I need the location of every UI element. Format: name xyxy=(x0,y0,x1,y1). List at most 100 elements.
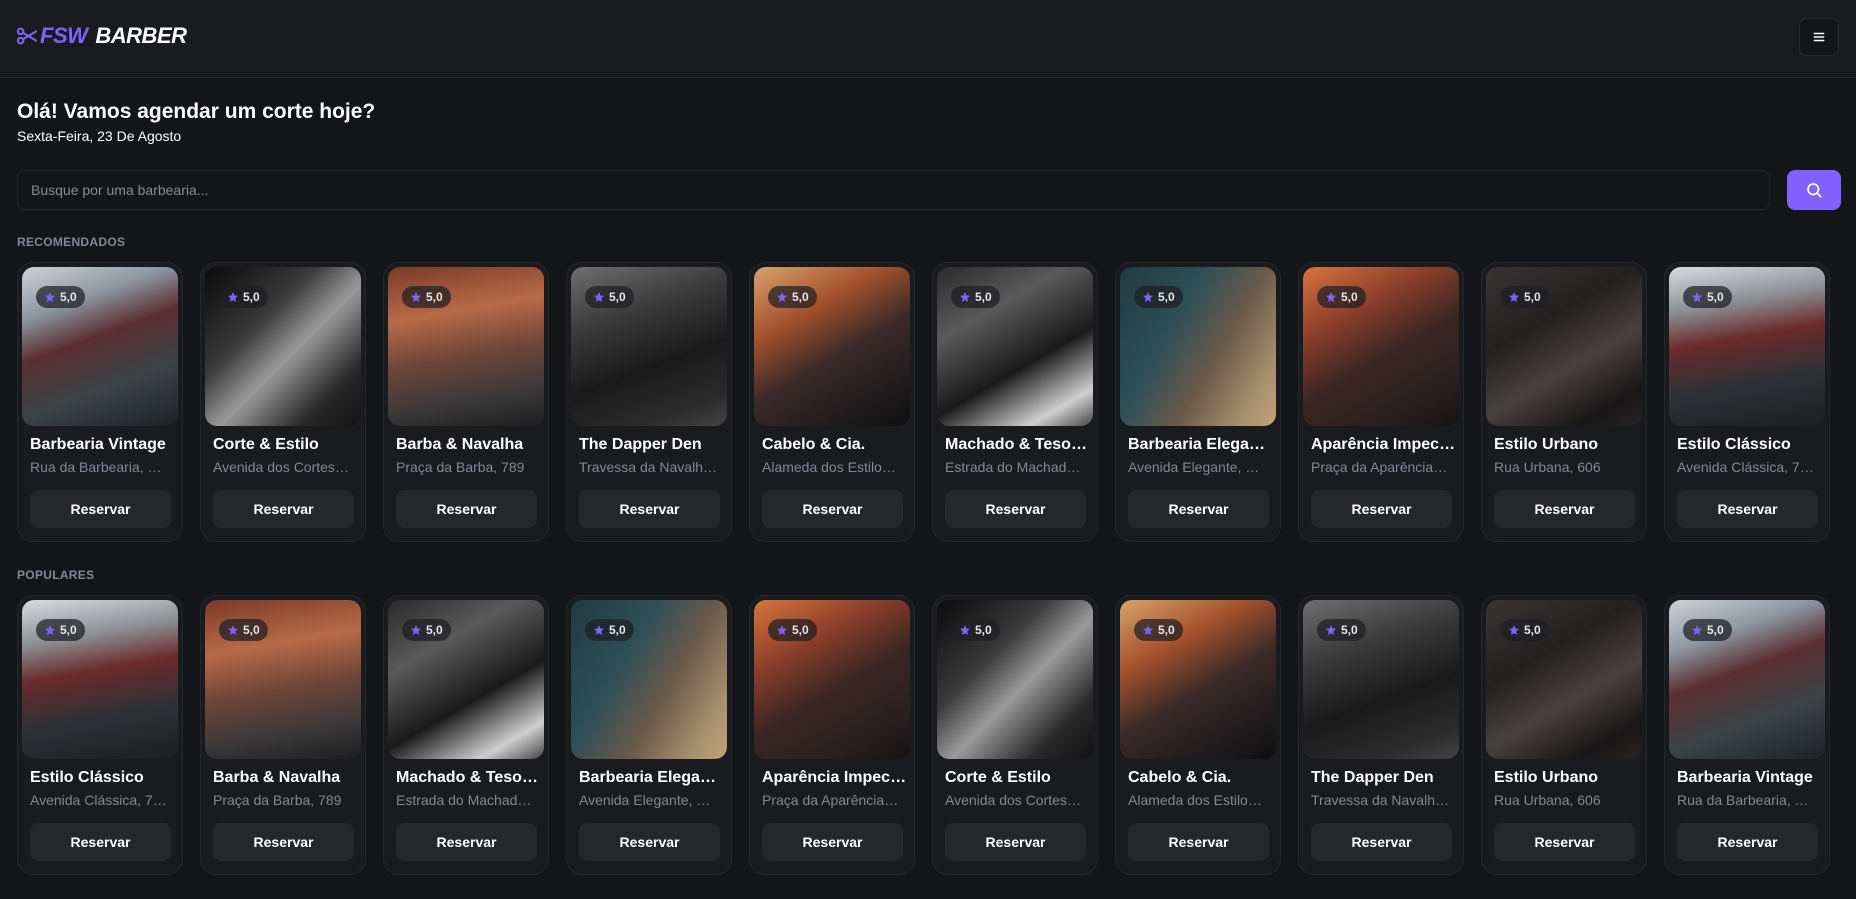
star-icon xyxy=(1143,292,1153,302)
reserve-button[interactable]: Reservar xyxy=(1311,490,1452,528)
rating-value: 5,0 xyxy=(975,623,992,637)
rating-badge: 5,0 xyxy=(951,619,1000,641)
barbershop-card[interactable]: 5,0 Estilo Clássico Avenida Clássica, 707 R… xyxy=(1664,262,1830,542)
barbershop-card[interactable]: 5,0 Corte & Estilo Avenida dos Cortes, 456… xyxy=(200,262,366,542)
reserve-button[interactable]: Reservar xyxy=(762,490,903,528)
star-icon xyxy=(1509,292,1519,302)
reserve-button[interactable]: Reservar xyxy=(1494,823,1635,861)
barbershop-address: Avenida dos Cortes, 456 xyxy=(945,792,1083,808)
barbershop-address: Rua da Barbearia, 123 xyxy=(30,459,168,475)
reserve-button[interactable]: Reservar xyxy=(579,490,720,528)
barbershop-card[interactable]: 5,0 Machado & Tesoura Estrada do Machado, … xyxy=(932,262,1098,542)
star-icon xyxy=(777,625,787,635)
barbershop-name: Barbearia Elegance xyxy=(1128,436,1274,453)
barbershop-address: Alameda dos Estilos, 202 xyxy=(762,459,900,475)
star-icon xyxy=(1326,292,1336,302)
reserve-button[interactable]: Reservar xyxy=(1128,490,1269,528)
reserve-button[interactable]: Reservar xyxy=(1311,823,1452,861)
reserve-button[interactable]: Reservar xyxy=(30,823,171,861)
reserve-button[interactable]: Reservar xyxy=(30,490,171,528)
reserve-button[interactable]: Reservar xyxy=(1494,490,1635,528)
barbershop-address: Travessa da Navalha, 101 xyxy=(579,459,717,475)
barbershop-name: Cabelo & Cia. xyxy=(1128,769,1232,786)
barbershop-address: Praça da Aparência, 505 xyxy=(762,792,900,808)
rating-value: 5,0 xyxy=(609,623,626,637)
logo[interactable]: FSW BARBER xyxy=(16,23,187,48)
rating-badge: 5,0 xyxy=(219,619,268,641)
barbershop-image: 5,0 xyxy=(388,267,544,426)
barbershop-card[interactable]: 5,0 The Dapper Den Travessa da Navalha, 10… xyxy=(566,262,732,542)
star-icon xyxy=(228,292,238,302)
barbershop-name: Barba & Navalha xyxy=(396,436,524,453)
barbershop-card[interactable]: 5,0 The Dapper Den Travessa da Navalha, 10… xyxy=(1298,595,1464,875)
barbershop-address: Estrada do Machado, 303 xyxy=(945,459,1083,475)
reserve-button[interactable]: Reservar xyxy=(396,490,537,528)
barbershop-name: Barbearia Vintage xyxy=(1677,769,1813,786)
menu-button[interactable] xyxy=(1799,18,1839,56)
search-icon xyxy=(1807,183,1822,198)
reserve-button[interactable]: Reservar xyxy=(945,823,1086,861)
rating-badge: 5,0 xyxy=(1683,619,1732,641)
barbershop-card[interactable]: 5,0 Aparência Impecável Praça da Aparência… xyxy=(749,595,915,875)
barbershop-card[interactable]: 5,0 Corte & Estilo Avenida dos Cortes, 456… xyxy=(932,595,1098,875)
barbershop-card[interactable]: 5,0 Cabelo & Cia. Alameda dos Estilos, 202… xyxy=(749,262,915,542)
rating-badge: 5,0 xyxy=(1500,286,1549,308)
barbershop-card[interactable]: 5,0 Barbearia Vintage Rua da Barbearia, 12… xyxy=(17,262,183,542)
barbershop-address: Rua Urbana, 606 xyxy=(1494,792,1601,808)
menu-icon xyxy=(1813,32,1825,42)
greeting-title: Olá! Vamos agendar um corte hoje? xyxy=(17,100,376,123)
reserve-button[interactable]: Reservar xyxy=(1128,823,1269,861)
reserve-button[interactable]: Reservar xyxy=(945,490,1086,528)
search-button[interactable] xyxy=(1787,170,1841,210)
reserve-button[interactable]: Reservar xyxy=(579,823,720,861)
reserve-button[interactable]: Reservar xyxy=(396,823,537,861)
popular-carousel[interactable]: 5,0 Estilo Clássico Avenida Clássica, 707 R… xyxy=(17,595,1830,875)
barbershop-card[interactable]: 5,0 Barba & Navalha Praça da Barba, 789 Res… xyxy=(200,595,366,875)
reserve-button[interactable]: Reservar xyxy=(1677,490,1818,528)
barbershop-name: Estilo Clássico xyxy=(30,769,144,786)
star-icon xyxy=(1143,625,1153,635)
barbershop-card[interactable]: 5,0 Estilo Urbano Rua Urbana, 606 Reservar xyxy=(1481,262,1647,542)
scissors-icon xyxy=(16,27,38,45)
barbershop-address: Praça da Barba, 789 xyxy=(213,792,342,808)
rating-badge: 5,0 xyxy=(1683,286,1732,308)
barbershop-card[interactable]: 5,0 Barba & Navalha Praça da Barba, 789 Res… xyxy=(383,262,549,542)
rating-value: 5,0 xyxy=(243,623,260,637)
reserve-button[interactable]: Reservar xyxy=(762,823,903,861)
rating-badge: 5,0 xyxy=(768,619,817,641)
barbershop-name: Machado & Tesoura xyxy=(396,769,542,786)
rating-value: 5,0 xyxy=(1158,290,1175,304)
barbershop-name: Estilo Clássico xyxy=(1677,436,1791,453)
star-icon xyxy=(594,625,604,635)
barbershop-card[interactable]: 5,0 Barbearia Vintage Rua da Barbearia, 12… xyxy=(1664,595,1830,875)
recommended-carousel[interactable]: 5,0 Barbearia Vintage Rua da Barbearia, 12… xyxy=(17,262,1830,542)
barbershop-card[interactable]: 5,0 Estilo Clássico Avenida Clássica, 707 R… xyxy=(17,595,183,875)
rating-badge: 5,0 xyxy=(219,286,268,308)
barbershop-name: The Dapper Den xyxy=(579,436,702,453)
barbershop-image: 5,0 xyxy=(754,267,910,426)
rating-value: 5,0 xyxy=(60,623,77,637)
rating-value: 5,0 xyxy=(426,623,443,637)
barbershop-card[interactable]: 5,0 Estilo Urbano Rua Urbana, 606 Reservar xyxy=(1481,595,1647,875)
reserve-button[interactable]: Reservar xyxy=(213,823,354,861)
barbershop-card[interactable]: 5,0 Aparência Impecável Praça da Aparência… xyxy=(1298,262,1464,542)
star-icon xyxy=(960,625,970,635)
rating-badge: 5,0 xyxy=(402,619,451,641)
rating-badge: 5,0 xyxy=(1134,619,1183,641)
barbershop-card[interactable]: 5,0 Cabelo & Cia. Alameda dos Estilos, 202… xyxy=(1115,595,1281,875)
barbershop-card[interactable]: 5,0 Barbearia Elegance Avenida Elegante, 4… xyxy=(566,595,732,875)
barbershop-card[interactable]: 5,0 Barbearia Elegance Avenida Elegante, 4… xyxy=(1115,262,1281,542)
barbershop-card[interactable]: 5,0 Machado & Tesoura Estrada do Machado, … xyxy=(383,595,549,875)
reserve-button[interactable]: Reservar xyxy=(213,490,354,528)
barbershop-image: 5,0 xyxy=(1486,600,1642,759)
rating-value: 5,0 xyxy=(1707,290,1724,304)
rating-value: 5,0 xyxy=(1341,623,1358,637)
rating-value: 5,0 xyxy=(1707,623,1724,637)
barbershop-name: Machado & Tesoura xyxy=(945,436,1091,453)
rating-badge: 5,0 xyxy=(402,286,451,308)
barbershop-address: Travessa da Navalha, 101 xyxy=(1311,792,1449,808)
reserve-button[interactable]: Reservar xyxy=(1677,823,1818,861)
barbershop-address: Praça da Barba, 789 xyxy=(396,459,525,475)
header: FSW BARBER xyxy=(0,0,1856,78)
search-input[interactable] xyxy=(17,170,1770,210)
